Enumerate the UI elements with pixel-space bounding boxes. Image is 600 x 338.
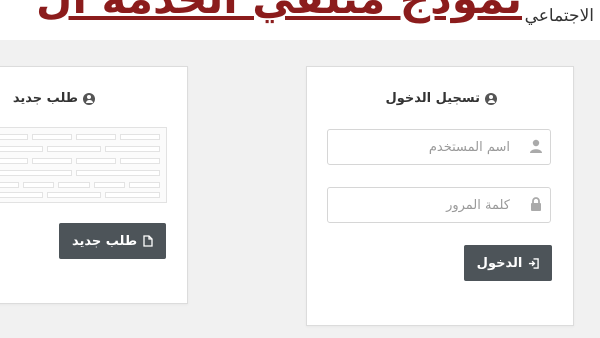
user-circle-icon xyxy=(83,92,95,105)
form-preview-image xyxy=(0,127,167,203)
new-request-panel: طلب جديد طلب جديد xyxy=(0,66,188,304)
login-panel-title: تسجيل الدخول xyxy=(385,91,480,106)
username-input[interactable] xyxy=(327,129,551,165)
banner-title: نموذج متلقي الخدمة ال xyxy=(36,0,522,23)
new-request-button-label: طلب جديد xyxy=(71,233,138,249)
user-circle-icon xyxy=(485,92,497,105)
file-icon xyxy=(143,235,153,247)
logo: الاجتماعي xyxy=(524,6,594,26)
header-banner: نموذج متلقي الخدمة ال الاجتماعي xyxy=(0,0,600,40)
login-button[interactable]: الدخول xyxy=(464,245,552,281)
lock-icon xyxy=(531,197,541,211)
login-button-label: الدخول xyxy=(476,255,523,271)
sign-in-icon xyxy=(529,257,540,269)
new-request-title: طلب جديد xyxy=(12,91,78,106)
login-panel-heading: تسجيل الدخول xyxy=(385,91,497,106)
user-icon xyxy=(530,139,542,153)
new-request-button[interactable]: طلب جديد xyxy=(59,223,166,259)
login-panel: تسجيل الدخول الدخول xyxy=(306,66,574,326)
password-input[interactable] xyxy=(327,187,551,223)
new-request-heading: طلب جديد xyxy=(13,91,95,106)
